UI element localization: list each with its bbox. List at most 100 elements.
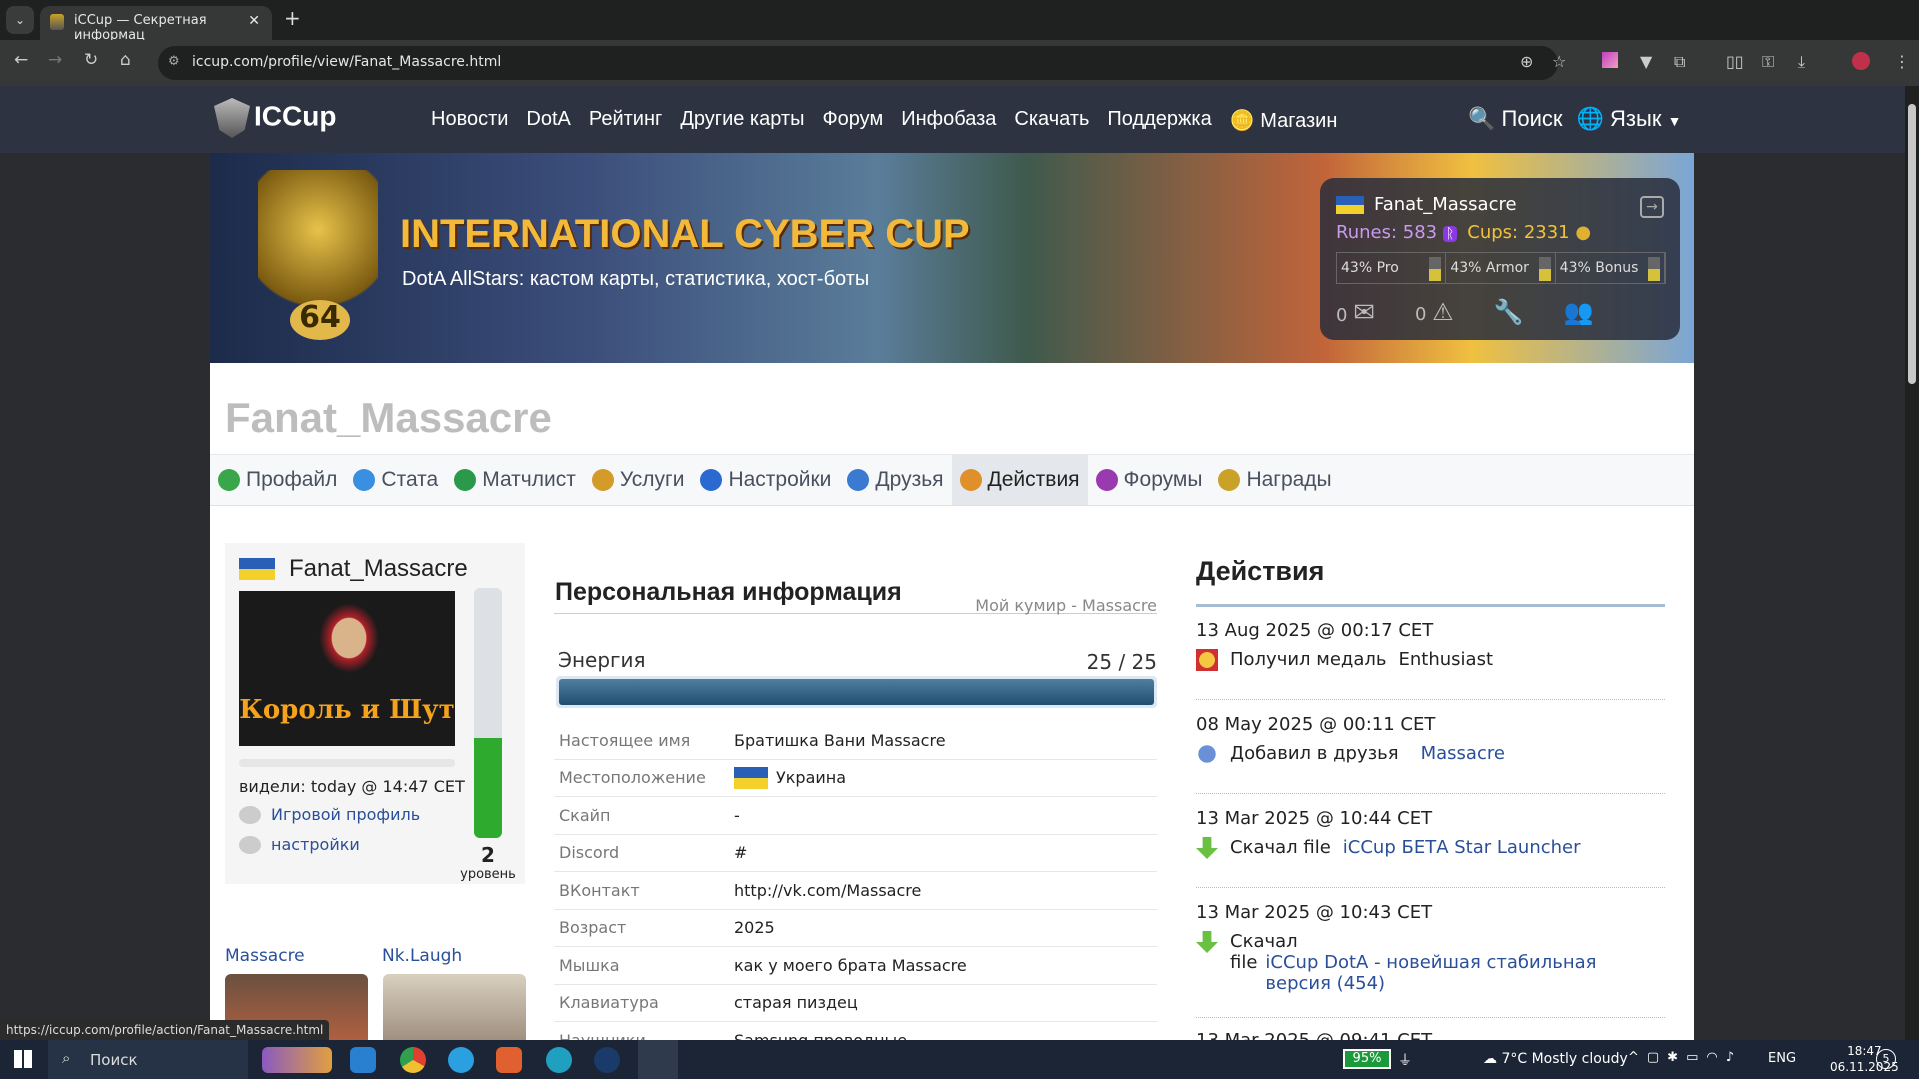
action-item: 13 Mar 2025 @ 10:43 CET Скачал file iCCup D… (1196, 902, 1665, 1018)
menu-rating[interactable]: Рейтинг (589, 108, 662, 133)
menu-other-maps[interactable]: Другие карты (680, 108, 804, 133)
info-key: Скайп (559, 805, 611, 825)
menu-shop[interactable]: 🪙 Магазин (1230, 108, 1338, 133)
tab-label: Профайл (246, 468, 338, 491)
messages-button[interactable]: 0 ✉ (1336, 298, 1375, 328)
friend-link[interactable]: Massacre (225, 946, 305, 966)
vscode-icon[interactable] (350, 1047, 376, 1073)
tab-3[interactable]: Услуги (584, 455, 693, 505)
browser-tab[interactable]: iCCup — Секретная информац ✕ (40, 6, 272, 43)
menu-infobase[interactable]: Инфобаза (901, 108, 996, 133)
search-label: Поиск (1501, 106, 1563, 131)
system-tray-icons[interactable]: ^▢✱▭◠♪ (1628, 1050, 1742, 1065)
medal-icon (1196, 649, 1218, 671)
tab-5[interactable]: Друзья (839, 455, 951, 505)
friend-link[interactable]: Nk.Laugh (382, 946, 462, 966)
warnings-button[interactable]: 0 ⚠ (1415, 298, 1454, 328)
logo-text: ICCup (254, 100, 337, 132)
tab-4[interactable]: Настройки (692, 455, 839, 505)
tab-8[interactable]: Награды (1210, 455, 1339, 505)
tab-search-button[interactable]: ⌄ (6, 6, 34, 34)
reading-mode-icon[interactable]: ▯▯ (1726, 52, 1744, 71)
info-row: Клавиатура старая пиздец (554, 985, 1157, 1022)
info-row: Настоящее имя Братишка Вани Massacre (554, 722, 1157, 760)
action-text: Получил медаль (1230, 649, 1387, 670)
tab-1[interactable]: Стата (345, 455, 446, 505)
weather-widget[interactable]: ☁ 7°C Mostly cloudy (1483, 1051, 1628, 1067)
settings-link[interactable]: настройки (239, 835, 360, 854)
ukraine-flag-icon (239, 558, 275, 580)
tab-7[interactable]: Форумы (1088, 455, 1211, 505)
rune-icon: ᚱ (1442, 226, 1458, 242)
menu-icon[interactable]: ⋮ (1894, 52, 1910, 71)
weather-cloud-icon: ☁ (1483, 1051, 1497, 1067)
game-profile-label: Игровой профиль (271, 805, 421, 824)
site-info-icon[interactable]: ⚙ (168, 54, 180, 69)
home-icon[interactable]: ⌂ (120, 50, 131, 70)
action-link[interactable]: iCCup DotA - новейшая стабильная версия … (1265, 952, 1645, 994)
menu-support[interactable]: Поддержка (1107, 108, 1211, 133)
close-tab-icon[interactable]: ✕ (248, 13, 260, 29)
action-text: Добавил в друзья (1230, 743, 1399, 764)
menu-news[interactable]: Новости (431, 108, 508, 133)
chrome-icon[interactable] (400, 1047, 426, 1073)
notifications-icon[interactable]: 5 (1876, 1049, 1896, 1069)
chrome-active-icon[interactable] (638, 1040, 678, 1079)
input-language[interactable]: ENG (1768, 1051, 1796, 1066)
logout-icon[interactable]: → (1640, 196, 1664, 218)
extension-icon[interactable] (1602, 52, 1618, 68)
users-icon[interactable]: 👥 (1564, 298, 1594, 328)
site-logo[interactable]: ICCup (214, 98, 336, 138)
page-title: Fanat_Massacre (225, 394, 552, 441)
menu-dota[interactable]: DotA (526, 108, 570, 133)
search-button[interactable]: 🔍 Поиск (1468, 106, 1563, 132)
forward-icon[interactable]: → (48, 50, 62, 70)
scrollbar-thumb[interactable] (1908, 104, 1916, 384)
telegram-icon[interactable] (448, 1047, 474, 1073)
profile-avatar[interactable] (1852, 52, 1870, 70)
friend-avatar[interactable] (383, 974, 526, 1040)
password-key-icon[interactable]: ⚿ (1762, 52, 1774, 72)
level-progress-bar (474, 588, 502, 838)
info-row: ВКонтакт http://vk.com/Massacre (554, 872, 1157, 910)
tab-icon (959, 469, 982, 491)
widget-icon[interactable] (262, 1047, 332, 1073)
info-value: http://vk.com/Massacre (734, 880, 922, 900)
reload-icon[interactable]: ↻ (84, 50, 98, 70)
wrench-icon[interactable]: 🔧 (1494, 298, 1524, 328)
profile-tabs: Профайл Стата Матчлист Услуги Настройки Друзь… (210, 454, 1694, 506)
action-link[interactable]: iCCup БЕТА Star Launcher (1343, 837, 1581, 858)
user-panel: Fanat_Massacre → Runes: 583 ᚱ Cups: 2331 … (1320, 178, 1680, 340)
address-bar[interactable]: ⚙ iccup.com/profile/view/Fanat_Massacre.h… (158, 46, 1558, 80)
tab-label: Действия (987, 468, 1080, 491)
battery-indicator[interactable]: 95% (1343, 1049, 1391, 1069)
tab-0[interactable]: Профайл (210, 455, 345, 505)
download-icon[interactable]: ⤓ (1798, 52, 1805, 72)
menu-download[interactable]: Скачать (1014, 108, 1089, 133)
bookmark-star-icon[interactable]: ☆ (1552, 52, 1566, 71)
user-panel-name[interactable]: Fanat_Massacre (1374, 194, 1517, 215)
bonus-bonus: 43% Bonus (1556, 253, 1665, 283)
office-icon[interactable] (496, 1047, 522, 1073)
mouse-icon (239, 805, 261, 824)
language-dropdown[interactable]: 🌐 Язык ▼ (1577, 106, 1682, 132)
envelope-icon: ✉ (1353, 298, 1375, 328)
edge-icon[interactable] (546, 1047, 572, 1073)
menu-forum[interactable]: Форум (822, 108, 883, 133)
new-tab-button[interactable]: + (284, 6, 301, 30)
taskbar-search[interactable]: ⌕ Поиск (48, 1040, 248, 1079)
back-icon[interactable]: ← (14, 50, 28, 70)
action-link[interactable]: Massacre (1421, 743, 1505, 764)
info-row: Возраст 2025 (554, 910, 1157, 947)
action-date: 13 Aug 2025 @ 00:17 CET (1196, 620, 1434, 641)
extensions-puzzle-icon[interactable]: ⧉ (1674, 52, 1685, 72)
info-value: Братишка Вани Massacre (734, 730, 946, 750)
windows-start-icon[interactable] (14, 1050, 32, 1068)
steam-icon[interactable] (594, 1047, 620, 1073)
tab-2[interactable]: Матчлист (446, 455, 584, 505)
extension-v-icon[interactable]: ▼ (1640, 52, 1652, 71)
game-profile-link[interactable]: Игровой профиль (239, 805, 420, 824)
tab-6[interactable]: Действия (951, 455, 1088, 505)
zoom-icon[interactable]: ⊕ (1520, 52, 1533, 71)
add-friend-icon (1196, 743, 1218, 765)
